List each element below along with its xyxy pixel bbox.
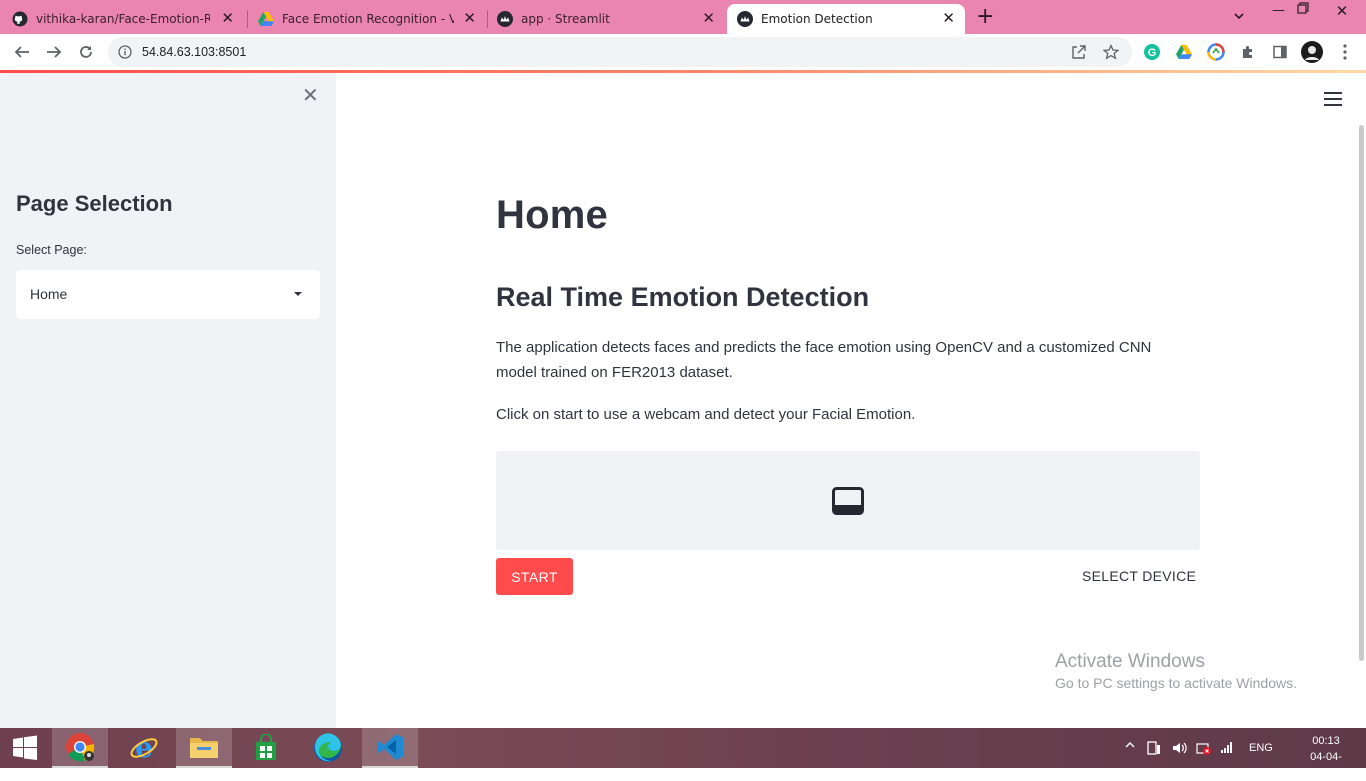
browser-tab-drive[interactable]: Face Emotion Recognition - Vithi ✕ xyxy=(258,4,486,34)
side-panel-icon[interactable] xyxy=(1271,43,1289,61)
chrome-taskbar-icon[interactable] xyxy=(52,728,108,768)
tab-separator xyxy=(487,10,488,28)
system-clock[interactable]: 00:13 04-04-2022 xyxy=(1300,733,1352,781)
video-device-icon xyxy=(832,487,864,519)
google-drive-extension-icon[interactable] xyxy=(1175,43,1193,61)
tab-search-chevron-down-icon[interactable] xyxy=(1232,8,1246,27)
close-icon[interactable]: ✕ xyxy=(463,11,476,26)
caret-down-icon xyxy=(294,292,302,296)
browser-toolbar: 54.84.63.103:8501 G xyxy=(0,34,1366,70)
tab-separator xyxy=(247,10,248,28)
browser-tab-streamlit-app[interactable]: app · Streamlit ✕ xyxy=(497,4,725,34)
back-arrow-icon[interactable] xyxy=(12,42,32,62)
sidebar-close-icon[interactable]: ✕ xyxy=(302,85,319,105)
tab-title: Emotion Detection xyxy=(761,12,873,26)
window-close-icon[interactable]: ✕ xyxy=(1318,0,1366,22)
main-content: Home Real Time Emotion Detection The app… xyxy=(336,73,1366,728)
network-signal-icon[interactable] xyxy=(1220,740,1234,757)
grammarly-icon[interactable]: G xyxy=(1143,43,1161,61)
browser-tab-github[interactable]: vithika-karan/Face-Emotion-Reco ✕ xyxy=(12,4,244,34)
new-tab-button[interactable]: + xyxy=(976,6,994,28)
battery-warning-icon[interactable] xyxy=(1196,740,1212,759)
tab-title: Face Emotion Recognition - Vithi xyxy=(282,12,454,26)
edge-browser-icon[interactable] xyxy=(300,728,356,768)
reload-icon[interactable] xyxy=(76,42,96,62)
clock-date: 04-04-2022 xyxy=(1310,751,1342,779)
sidebar: ✕ Page Selection Select Page: Home xyxy=(0,73,336,728)
windows-start-icon[interactable] xyxy=(0,728,50,768)
instruction-text: Click on start to use a webcam and detec… xyxy=(496,406,916,423)
file-explorer-icon[interactable] xyxy=(176,728,232,768)
language-indicator[interactable]: ENG xyxy=(1249,742,1273,754)
close-icon[interactable]: ✕ xyxy=(702,11,715,26)
start-button[interactable]: START xyxy=(496,558,573,595)
hamburger-menu-icon[interactable] xyxy=(1324,92,1342,108)
address-url: 54.84.63.103:8501 xyxy=(142,45,247,59)
vscode-icon[interactable] xyxy=(362,728,418,768)
restore-icon[interactable] xyxy=(1297,2,1309,18)
minimize-icon[interactable]: — xyxy=(1272,3,1285,18)
extensions-puzzle-icon[interactable] xyxy=(1239,43,1257,61)
internet-explorer-icon[interactable]: e xyxy=(116,728,172,768)
browser-tab-bar: vithika-karan/Face-Emotion-Reco ✕ Face E… xyxy=(0,0,1366,34)
forward-arrow-icon[interactable] xyxy=(44,42,64,62)
volume-icon[interactable] xyxy=(1171,740,1187,759)
close-icon[interactable]: ✕ xyxy=(942,11,955,26)
site-info-icon[interactable] xyxy=(118,44,132,63)
page-select-value: Home xyxy=(30,286,68,302)
svg-text:e: e xyxy=(135,733,153,763)
select-page-label: Select Page: xyxy=(16,243,87,257)
windows-taskbar: e ENG 00:13 04-04-2022 xyxy=(0,728,1366,779)
clock-time: 00:13 xyxy=(1312,735,1340,747)
streamlit-icon xyxy=(497,11,513,27)
device-icon[interactable] xyxy=(1146,740,1162,759)
svg-text:G: G xyxy=(1148,47,1157,59)
tab-title: app · Streamlit xyxy=(521,12,610,26)
microsoft-store-icon[interactable] xyxy=(238,728,294,768)
colorful-extension-icon[interactable] xyxy=(1207,43,1225,61)
page-title: Home xyxy=(496,193,608,237)
webcam-video-placeholder xyxy=(496,451,1200,550)
close-icon[interactable]: ✕ xyxy=(221,11,234,26)
page-select-dropdown[interactable]: Home xyxy=(16,270,320,319)
bookmark-star-icon[interactable] xyxy=(1102,43,1120,64)
tab-title: vithika-karan/Face-Emotion-Reco xyxy=(36,12,210,26)
streamlit-icon xyxy=(737,11,753,27)
scrollbar-thumb[interactable] xyxy=(1359,125,1364,661)
activate-windows-watermark: Activate Windows Go to PC settings to ac… xyxy=(1055,651,1297,691)
address-bar[interactable]: 54.84.63.103:8501 xyxy=(108,37,1132,67)
browser-menu-kebab-icon[interactable] xyxy=(1336,43,1354,61)
google-drive-icon xyxy=(258,11,274,27)
section-heading: Real Time Emotion Detection xyxy=(496,282,870,312)
github-icon xyxy=(12,11,28,27)
share-icon[interactable] xyxy=(1071,44,1087,64)
select-device-button[interactable]: SELECT DEVICE xyxy=(1082,568,1196,584)
browser-tab-emotion-detection[interactable]: Emotion Detection ✕ xyxy=(727,4,965,34)
description-text: The application detects faces and predic… xyxy=(496,339,1152,381)
sidebar-title: Page Selection xyxy=(16,191,173,216)
watermark-subtitle: Go to PC settings to activate Windows. xyxy=(1055,675,1297,691)
show-hidden-icons-caret-icon[interactable] xyxy=(1125,740,1135,753)
watermark-title: Activate Windows xyxy=(1055,651,1205,672)
profile-avatar[interactable] xyxy=(1300,40,1324,64)
